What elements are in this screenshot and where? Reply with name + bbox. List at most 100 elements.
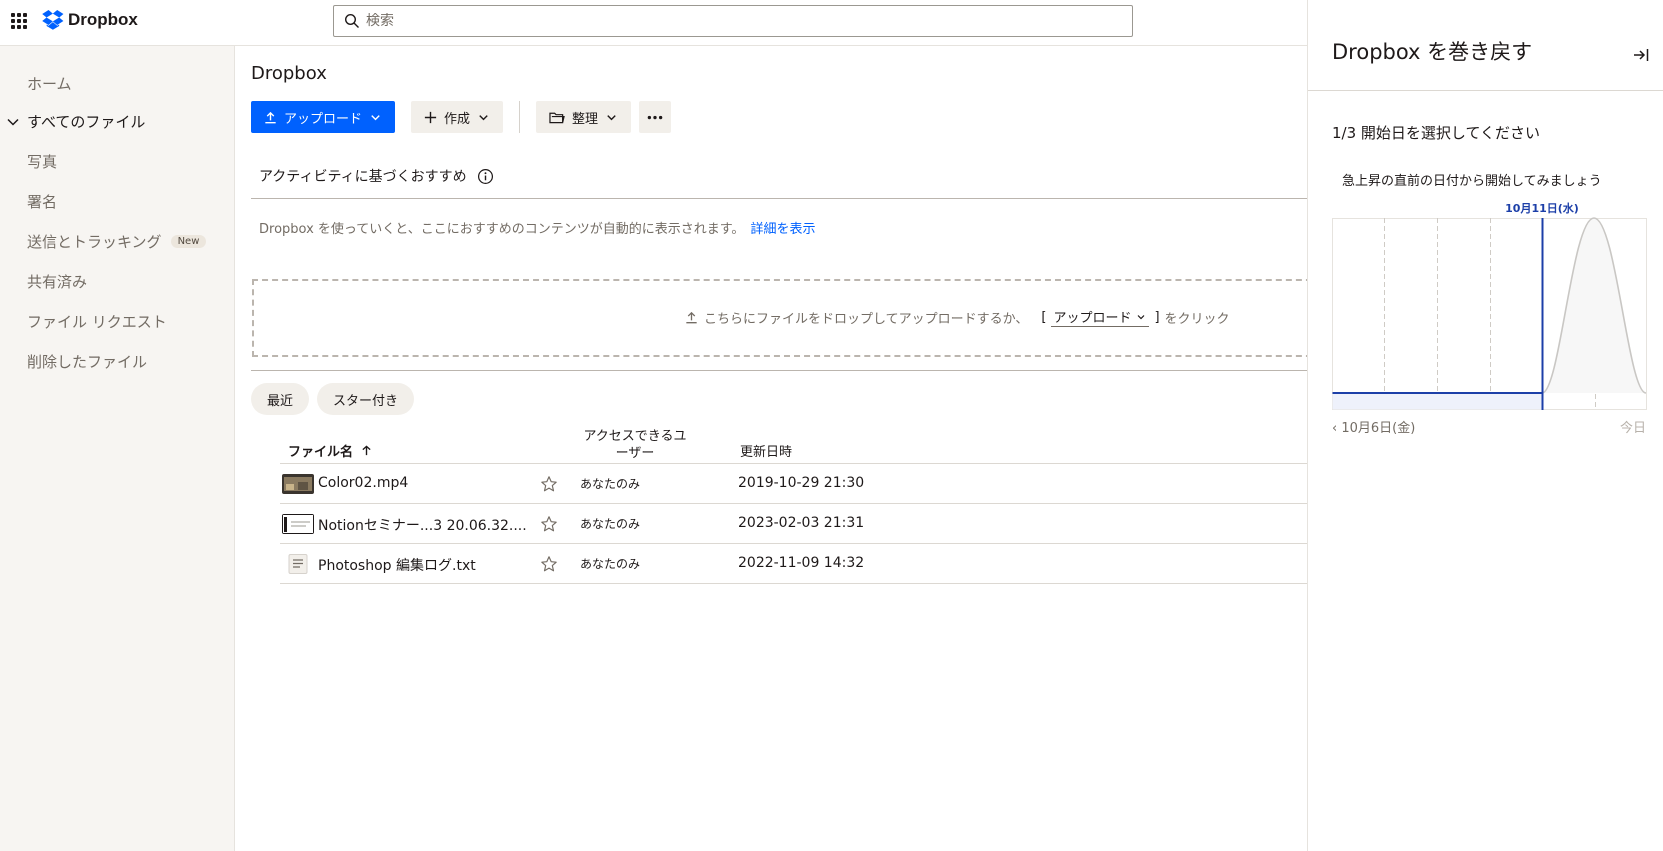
access-label: あなたのみ <box>580 517 641 531</box>
activity-chart[interactable]: 10月11日(水) <box>1332 200 1648 430</box>
details-link[interactable]: 詳細を表示 <box>750 222 815 237</box>
toolbar-divider <box>519 101 521 133</box>
column-name-label: ファイル名 <box>288 445 354 460</box>
main-content: Dropbox アップロード 作成 整理 アクティビティに基づくおすすめ Dro… <box>235 46 1307 851</box>
sidebar-item-shared[interactable]: 共有済み <box>27 271 87 292</box>
table-header: ファイル名 アクセスできるユーザー 更新日時 <box>280 426 1307 464</box>
modified-date: 2019-10-29 21:30 <box>738 475 865 491</box>
video-thumbnail-icon <box>282 474 314 494</box>
recommendations-description: Dropbox を使っていくと、ここにおすすめのコンテンツが自動的に表示されます… <box>259 218 815 237</box>
sidebar-item-photos[interactable]: 写真 <box>27 151 57 172</box>
sidebar-item-signatures[interactable]: 署名 <box>27 191 57 212</box>
access-label: あなたのみ <box>580 557 641 571</box>
app-grid-icon[interactable] <box>11 13 27 29</box>
chevron-down-icon <box>1138 314 1145 319</box>
create-button[interactable]: 作成 <box>411 101 504 133</box>
sidebar-item-label: ホーム <box>27 75 72 93</box>
sidebar-item-label: 写真 <box>27 153 58 171</box>
bracket-open: [ <box>1041 309 1047 325</box>
chart-start-label[interactable]: ‹ 10月6日(金) <box>1332 417 1415 436</box>
bracket-close: ] <box>1154 309 1160 325</box>
chevron-down-icon <box>479 114 488 120</box>
more-icon <box>647 115 663 119</box>
table-row[interactable]: Notionセミナー...3 20.06.32.... あなたのみ 2023-0… <box>280 504 1307 544</box>
step-title: 1/3 開始日を選択してください <box>1332 124 1541 142</box>
dropzone-text-after: をクリック <box>1164 311 1230 327</box>
create-button-label: 作成 <box>444 111 471 127</box>
modified-date: 2023-02-03 21:31 <box>738 515 865 531</box>
file-name[interactable]: Photoshop 編集ログ.txt <box>318 555 476 575</box>
recommendations-desc-text: Dropbox を使っていくと、ここにおすすめのコンテンツが自動的に表示されます… <box>259 222 745 237</box>
chip-recent[interactable]: 最近 <box>251 383 310 415</box>
sidebar-item-label: 署名 <box>27 193 58 211</box>
search-icon <box>344 13 359 28</box>
collapse-panel-icon[interactable] <box>1632 46 1650 64</box>
chevron-down-icon[interactable] <box>6 115 20 129</box>
star-icon[interactable] <box>540 475 558 493</box>
divider <box>251 370 1307 371</box>
sidebar-item-deleted-files[interactable]: 削除したファイル <box>27 351 147 372</box>
sort-ascending-icon <box>362 445 371 456</box>
organize-button[interactable]: 整理 <box>536 101 632 133</box>
table-row[interactable]: Photoshop 編集ログ.txt あなたのみ 2022-11-09 14:3… <box>280 544 1307 584</box>
chip-starred[interactable]: スター付き <box>317 383 415 415</box>
more-button[interactable] <box>639 101 672 133</box>
dropbox-logo[interactable]: Dropbox <box>42 10 138 30</box>
file-name[interactable]: Color02.mp4 <box>318 475 408 491</box>
chevron-down-icon <box>371 114 380 120</box>
upload-button[interactable]: アップロード <box>251 101 396 133</box>
folder-icon <box>549 112 565 123</box>
star-icon[interactable] <box>540 515 558 533</box>
selected-date-label: 10月11日(水) <box>1505 201 1579 215</box>
divider <box>1308 90 1663 91</box>
toolbar: アップロード 作成 整理 <box>251 101 672 133</box>
search-box[interactable] <box>333 5 1133 37</box>
sidebar-item-label: 共有済み <box>27 273 88 291</box>
divider <box>251 198 1307 199</box>
sidebar-item-label: 削除したファイル <box>27 353 148 371</box>
file-name[interactable]: Notionセミナー...3 20.06.32.... <box>318 515 527 535</box>
upload-icon <box>265 111 276 123</box>
step-hint: 急上昇の直前の日付から開始してみましょう <box>1342 174 1602 189</box>
search-input[interactable] <box>366 13 1106 29</box>
recommendations-title: アクティビティに基づくおすすめ <box>259 166 494 186</box>
text-file-icon <box>288 554 308 574</box>
sidebar-item-all-files[interactable]: すべてのファイル <box>7 111 146 132</box>
filter-chips: 最近 スター付き <box>251 383 415 415</box>
upload-button-label: アップロード <box>284 111 363 127</box>
dropzone-text: こちらにファイルをドロップしてアップロードするか、 [ アップロード ] をクリ… <box>684 307 1230 327</box>
top-bar: Dropbox <box>0 0 1307 46</box>
dropzone-upload-button[interactable]: アップロード <box>1051 307 1150 327</box>
screenshot-thumbnail-icon <box>282 514 314 534</box>
recommendations-title-text: アクティビティに基づくおすすめ <box>259 169 467 185</box>
panel-title: Dropbox を巻き戻す <box>1332 40 1533 64</box>
dropzone-upload-label: アップロード <box>1053 311 1132 326</box>
column-date-header[interactable]: 更新日時 <box>740 441 792 460</box>
info-icon[interactable] <box>477 168 494 185</box>
sidebar-item-send-and-track[interactable]: 送信とトラッキング New <box>27 231 207 252</box>
upload-icon <box>686 311 697 323</box>
dropzone-text-before: こちらにファイルをドロップしてアップロードするか、 <box>704 311 1029 327</box>
plus-icon <box>424 111 437 123</box>
sidebar-item-home[interactable]: ホーム <box>27 73 72 94</box>
activity-area <box>1542 218 1646 393</box>
column-name-header[interactable]: ファイル名 <box>288 441 372 460</box>
column-access-header[interactable]: アクセスできるユーザー <box>580 428 690 462</box>
chart-end-label: 今日 <box>1620 421 1647 436</box>
selected-range-fill <box>1332 393 1543 410</box>
file-table: ファイル名 アクセスできるユーザー 更新日時 Color02.mp4 あなたのみ… <box>280 426 1307 584</box>
access-label: あなたのみ <box>580 477 641 491</box>
new-badge: New <box>170 235 207 248</box>
upload-dropzone[interactable]: こちらにファイルをドロップしてアップロードするか、 [ アップロード ] をクリ… <box>252 279 1307 357</box>
chevron-down-icon <box>607 114 616 120</box>
page-title: Dropbox <box>251 63 327 84</box>
sidebar-item-label: すべてのファイル <box>27 113 146 131</box>
organize-button-label: 整理 <box>572 111 599 127</box>
table-row[interactable]: Color02.mp4 あなたのみ 2019-10-29 21:30 <box>280 464 1307 504</box>
logo-text: Dropbox <box>68 10 138 29</box>
sidebar-item-file-requests[interactable]: ファイル リクエスト <box>27 311 167 332</box>
dropbox-logo-icon <box>42 10 64 30</box>
star-icon[interactable] <box>540 555 558 573</box>
sidebar-item-label: ファイル リクエスト <box>27 313 167 331</box>
rewind-panel: Dropbox を巻き戻す 1/3 開始日を選択してください 急上昇の直前の日付… <box>1307 0 1663 851</box>
